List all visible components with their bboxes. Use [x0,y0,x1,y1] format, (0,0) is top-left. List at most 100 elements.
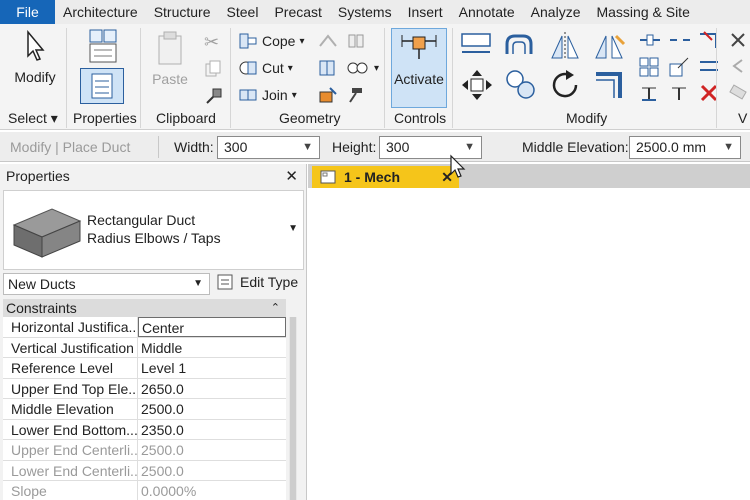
wall-joins-button[interactable] [318,32,338,50]
array-icon [639,57,659,77]
properties-table: Horizontal Justifica... Center Vertical J… [3,317,286,500]
table-row: Lower End Centerli... 2500.0 [3,460,286,481]
table-row: Slope 0.0000% [3,481,286,500]
select-panel-label[interactable]: Select ▾ [8,110,58,127]
move-button[interactable] [460,68,494,102]
copy-clipboard-button[interactable] [204,60,222,78]
tab-file[interactable]: File [0,0,55,24]
mirror-pick-axis-button[interactable] [548,30,582,62]
scale-button[interactable] [668,56,690,78]
geometry-panel-label: Geometry [279,110,341,126]
match-properties-button[interactable] [204,86,224,106]
tab-architecture[interactable]: Architecture [55,0,146,24]
property-name: Slope [3,481,138,500]
view-panel-label: V [738,110,748,126]
width-dropdown[interactable]: 300 ▼ [217,136,320,159]
split-face-button[interactable] [318,59,338,77]
controls-panel-label: Controls [394,110,447,126]
copy-modify-button[interactable] [504,68,538,102]
modify-label: Modify [14,69,56,85]
type-family: Rectangular Duct [87,212,196,228]
properties-scrollbar[interactable] [289,317,297,500]
type-properties-button[interactable] [84,28,122,67]
drawing-area[interactable]: 1 - Mech ✕ [308,164,750,500]
offset-button[interactable] [503,30,539,60]
scrollbar-thumb[interactable] [290,317,296,500]
unjoin-button[interactable] [346,32,366,50]
close-icon[interactable]: ✕ [285,164,298,189]
properties-title: Properties [6,168,70,184]
properties-button[interactable] [80,68,124,104]
type-selector[interactable]: Rectangular Duct Radius Elbows / Taps ▼ [3,190,304,270]
cope-button[interactable]: Cope ▾ [238,32,305,50]
chevron-down-icon: ▼ [193,278,203,289]
activate-label: Activate [394,71,444,87]
tab-systems[interactable]: Systems [330,0,400,24]
context-label: Modify | Place Duct [10,139,131,155]
cut-join-options-button[interactable]: ▾ [346,59,379,77]
tab-massing-site[interactable]: Massing & Site [588,0,697,24]
join-button[interactable]: Join ▾ [238,86,297,104]
table-row[interactable]: Middle Elevation 2500.0 [3,399,286,420]
wall-joins-icon [319,34,337,47]
property-value[interactable]: 2500.0 [138,399,286,419]
tab-annotate[interactable]: Annotate [451,0,523,24]
align-button[interactable] [460,30,494,60]
demolish-button[interactable] [346,86,366,104]
table-row[interactable]: Lower End Bottom... 2350.0 [3,419,286,440]
cut-label: Cut [262,60,284,76]
cut-clipboard-button[interactable]: ✂ [204,32,219,53]
scale-icon [669,57,689,77]
property-value[interactable]: Middle [138,338,286,358]
modify-button[interactable]: Modify [10,29,60,85]
properties-header: Properties ✕ [0,164,306,189]
pointer-arrow-icon [27,29,45,61]
tab-insert[interactable]: Insert [400,0,451,24]
property-value[interactable]: 2350.0 [138,420,286,440]
extra-modify-button[interactable] [728,56,748,76]
extra-modify-button[interactable] [728,82,748,102]
divider [452,28,453,128]
property-value[interactable]: Level 1 [138,358,286,378]
array-button[interactable] [638,56,660,78]
width-label: Width: [174,139,214,155]
tab-steel[interactable]: Steel [219,0,267,24]
tab-analyze[interactable]: Analyze [523,0,589,24]
property-value[interactable]: 2650.0 [138,379,286,399]
activate-button[interactable]: Activate [391,28,447,108]
view-tab-mech[interactable]: 1 - Mech ✕ [312,166,459,188]
tab-precast[interactable]: Precast [266,0,329,24]
cut-geometry-button[interactable]: Cut ▾ [238,59,293,77]
type-name: Rectangular Duct Radius Elbows / Taps [87,211,221,247]
constraints-group-header[interactable]: Constraints ⌃ [3,299,286,317]
trim-extend-button[interactable] [592,68,626,102]
unpin-button[interactable] [668,82,690,104]
table-row[interactable]: Horizontal Justifica... Center [3,317,286,338]
property-name: Upper End Centerli... [3,440,138,460]
mirror-pick-axis-icon [551,32,579,60]
divider [384,28,385,128]
close-icon [731,33,745,47]
offset-icon [505,34,533,54]
split-with-gap-button[interactable] [668,30,692,50]
mirror-draw-axis-button[interactable] [592,30,626,62]
table-row[interactable]: Vertical Justification Middle [3,337,286,358]
property-value[interactable]: Center [138,317,286,337]
table-row[interactable]: Upper End Top Ele... 2650.0 [3,378,286,399]
edit-type-button[interactable]: Edit Type [216,273,298,291]
property-name: Vertical Justification [3,337,138,357]
rotate-button[interactable] [548,68,582,102]
tab-structure[interactable]: Structure [146,0,219,24]
property-value: 2500.0 [141,442,184,458]
paint-button[interactable] [318,86,338,104]
table-row[interactable]: Reference Level Level 1 [3,358,286,379]
paste-button[interactable]: Paste [150,30,190,87]
width-value: 300 [224,139,248,155]
extra-modify-button[interactable] [728,30,748,50]
height-label: Height: [332,139,377,155]
brush-icon [206,88,222,104]
pin-button[interactable] [638,82,660,104]
split-element-button[interactable] [638,30,662,50]
middle-elevation-dropdown[interactable]: 2500.0 mm ▼ [629,136,741,159]
instance-filter-dropdown[interactable]: New Ducts ▼ [3,273,210,295]
